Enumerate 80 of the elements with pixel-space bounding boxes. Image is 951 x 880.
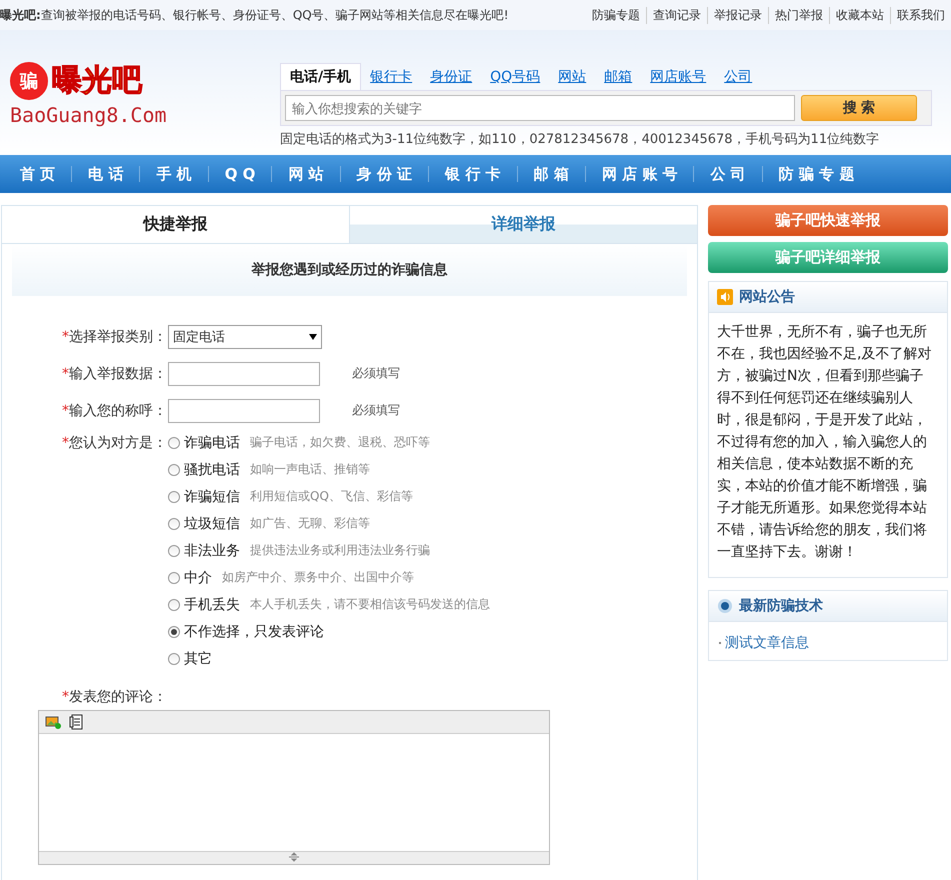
field-label: *发表您的评论：	[62, 688, 168, 706]
search-field[interactable]: 输入你想搜索的关键字	[285, 95, 795, 121]
report-button[interactable]: 骗子吧快速举报	[708, 205, 948, 236]
resize-icon[interactable]	[288, 852, 300, 862]
input-field[interactable]	[168, 398, 320, 422]
option-hint: 提供违法业务或利用违法业务行骗	[250, 542, 430, 559]
option-label: 中介	[184, 568, 212, 586]
field-label: *输入举报数据：	[62, 364, 168, 382]
option-label: 垃圾短信	[184, 514, 240, 532]
search-tab[interactable]: QQ号码	[481, 64, 550, 90]
image-icon[interactable]	[45, 715, 61, 729]
radio-button[interactable]	[168, 544, 180, 556]
nav-item[interactable]: 身 份 证	[340, 166, 428, 182]
notice-text: 大千世界，无所不有，骗子也无所不在，我也因经验不足,及不了解对方，被骗过N次，但看到那些骗子得不到任何惩罚还在继续骗别人时，很是郁闷，于是开发了此站，不过得有您的加入，输入骗您人的相关信息，使本站数据不断的充实，本站的价值才能不断增强，骗子才能无所遁形。如果您觉得本站不错，请告诉给您的朋友，我们将一直坚持下去。谢谢！	[716, 323, 932, 562]
search-tab[interactable]: 身份证	[421, 64, 482, 90]
top-link[interactable]: 联系我们	[890, 6, 951, 24]
category-select[interactable]: 固定电话	[168, 324, 322, 348]
option-label: 非法业务	[184, 542, 240, 560]
option-hint: 如广告、无聊、彩信等	[250, 515, 370, 532]
nav-item[interactable]: 手 机	[139, 166, 208, 182]
top-link[interactable]: 查询记录	[646, 6, 707, 24]
option-hint: 利用短信或QQ、飞信、彩信等	[250, 488, 413, 505]
option-label: 骚扰电话	[184, 460, 240, 478]
radio-button[interactable]	[168, 626, 180, 638]
top-link[interactable]: 收藏本站	[829, 6, 890, 24]
nav-item[interactable]: 网 站	[271, 166, 340, 182]
radio-button[interactable]	[168, 490, 180, 502]
input-field[interactable]	[168, 362, 320, 386]
search-tab[interactable]: 银行卡	[361, 64, 422, 90]
option-hint: 如响一声电话、推销等	[250, 461, 370, 478]
logo-domain: BaoGuang8.Com	[10, 103, 168, 127]
nav-item[interactable]: 公 司	[693, 166, 762, 182]
speaker-icon	[717, 289, 733, 305]
option-label: 诈骗电话	[184, 434, 240, 452]
search-tab[interactable]: 网店账号	[641, 64, 716, 90]
field-label: *选择举报类别：	[62, 328, 168, 346]
radio-button[interactable]	[168, 652, 180, 664]
panel-title: 网站公告	[739, 288, 795, 306]
slogan: 查询被举报的电话号码、银行帐号、身份证号、QQ号、骗子网站等相关信息尽在曝光吧!	[40, 8, 509, 22]
required-note: 必须填写	[352, 402, 400, 419]
dropdown-arrow-icon	[309, 334, 317, 340]
nav-item[interactable]: Q Q	[208, 166, 272, 182]
field-label: *输入您的称呼：	[62, 402, 168, 420]
report-tab[interactable]: 快捷举报	[2, 206, 350, 244]
panel-title: 最新防骗技术	[739, 597, 823, 615]
option-label: 不作选择，只发表评论	[184, 622, 324, 640]
nav-item[interactable]: 邮 箱	[516, 166, 585, 182]
option-label: 手机丢失	[184, 596, 240, 614]
radio-button[interactable]	[168, 572, 180, 584]
top-link[interactable]: 防骗专题	[586, 6, 646, 24]
search-tab[interactable]: 网站	[549, 64, 596, 90]
top-link[interactable]: 举报记录	[707, 6, 768, 24]
nav-item[interactable]: 防 骗 专 题	[762, 166, 870, 182]
option-label: 诈骗短信	[184, 488, 240, 506]
article-link[interactable]: 测试文章信息	[725, 634, 809, 652]
search-button[interactable]: 搜 索	[801, 95, 917, 121]
radio-button[interactable]	[168, 598, 180, 610]
radio-button[interactable]	[168, 518, 180, 530]
search-tab[interactable]: 邮箱	[595, 64, 642, 90]
search-tab[interactable]: 公司	[715, 64, 762, 90]
search-hint: 固定电话的格式为3-11位纯数字，如110，027812345678，40012345678，手机号码为11位纯数字	[280, 131, 880, 148]
bullet-icon	[717, 598, 733, 614]
logo-badge: 骗	[10, 62, 48, 100]
radio-button[interactable]	[168, 464, 180, 476]
nav-item[interactable]: 电 话	[71, 166, 140, 182]
nav-item[interactable]: 首 页	[4, 166, 72, 182]
nav-item[interactable]: 网 店 账 号	[584, 166, 694, 182]
nav-item[interactable]: 银 行 卡	[428, 166, 517, 182]
site-name: 曝光吧:	[0, 8, 41, 22]
option-hint: 如房产中介、票务中介、出国中介等	[222, 569, 414, 586]
option-hint: 骗子电话，如欠费、退税、恐吓等	[250, 434, 430, 451]
field-label: *您认为对方是：	[62, 434, 168, 452]
option-label: 其它	[184, 650, 212, 668]
search-tab[interactable]: 电话/手机	[280, 63, 362, 90]
document-icon[interactable]	[69, 714, 83, 730]
top-link[interactable]: 热门举报	[768, 6, 829, 24]
required-note: 必须填写	[352, 365, 400, 382]
radio-button[interactable]	[168, 436, 180, 448]
logo-name: 曝光吧	[52, 62, 142, 100]
option-hint: 本人手机丢失，请不要相信该号码发送的信息	[250, 596, 490, 613]
